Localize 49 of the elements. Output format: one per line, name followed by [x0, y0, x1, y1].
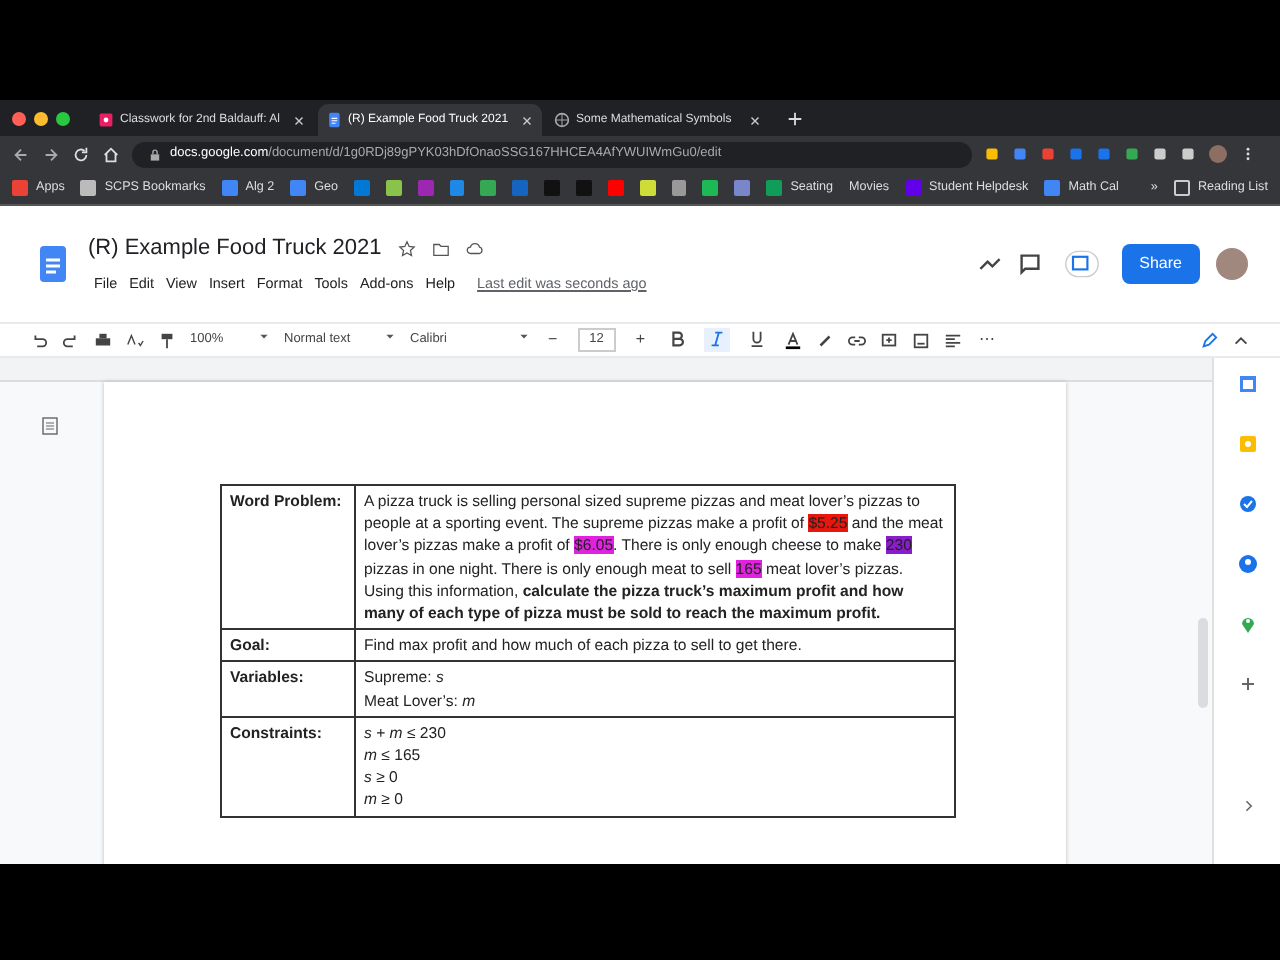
classroom-icon — [98, 112, 114, 128]
check-circle-icon[interactable] — [1237, 494, 1257, 514]
text-color-icon[interactable] — [783, 331, 802, 349]
link-icon[interactable] — [847, 331, 866, 349]
globe-icon — [554, 112, 570, 128]
map-pin-icon[interactable] — [1237, 614, 1257, 634]
decrease-font-button[interactable]: − — [544, 328, 562, 352]
lock-icon — [148, 147, 162, 161]
italic-button[interactable] — [703, 328, 730, 352]
spellcheck-icon[interactable] — [126, 331, 144, 349]
redo-icon[interactable] — [62, 331, 80, 349]
bold-icon — [667, 330, 686, 349]
back-icon[interactable] — [12, 145, 30, 163]
print-icon[interactable] — [94, 331, 112, 349]
calendar-icon[interactable] — [1237, 374, 1257, 394]
forward-icon[interactable] — [42, 145, 60, 163]
close-icon[interactable] — [748, 113, 762, 127]
document-icon — [326, 112, 342, 128]
avatar-icon[interactable] — [1208, 144, 1228, 164]
avatar-icon[interactable] — [1216, 248, 1248, 280]
italic-icon — [707, 330, 726, 349]
cloud-icon[interactable] — [465, 240, 484, 259]
plus-icon[interactable] — [1237, 674, 1257, 694]
close-icon[interactable] — [520, 113, 534, 127]
caret-icon — [384, 330, 396, 343]
share-button[interactable]: Share — [1121, 244, 1200, 284]
home-icon[interactable] — [102, 145, 120, 163]
increase-font-button[interactable]: + — [631, 328, 650, 352]
folder-icon[interactable] — [431, 240, 450, 259]
star-icon[interactable] — [397, 240, 416, 259]
highlighter-icon[interactable] — [815, 331, 834, 349]
new-tab-icon[interactable] — [786, 109, 804, 127]
caret-icon — [518, 330, 530, 343]
more-button[interactable]: ⋯ — [975, 328, 1000, 352]
image-icon[interactable] — [911, 331, 930, 349]
underline-icon — [747, 330, 766, 349]
add-comment-icon[interactable] — [879, 331, 898, 349]
undo-icon[interactable] — [30, 331, 48, 349]
outline-icon[interactable] — [40, 414, 60, 438]
scrollbar-thumb[interactable] — [1198, 618, 1208, 708]
person-icon[interactable] — [1237, 554, 1257, 574]
caret-icon — [258, 330, 270, 343]
document-title[interactable]: (R) Example Food Truck 2021 — [88, 232, 382, 266]
paint-format-icon[interactable] — [158, 331, 176, 349]
align-icon[interactable] — [943, 331, 962, 349]
comment-icon[interactable] — [1017, 252, 1042, 276]
pencil-icon[interactable] — [1200, 331, 1218, 349]
reload-icon[interactable] — [72, 145, 90, 163]
close-icon[interactable] — [292, 113, 306, 127]
